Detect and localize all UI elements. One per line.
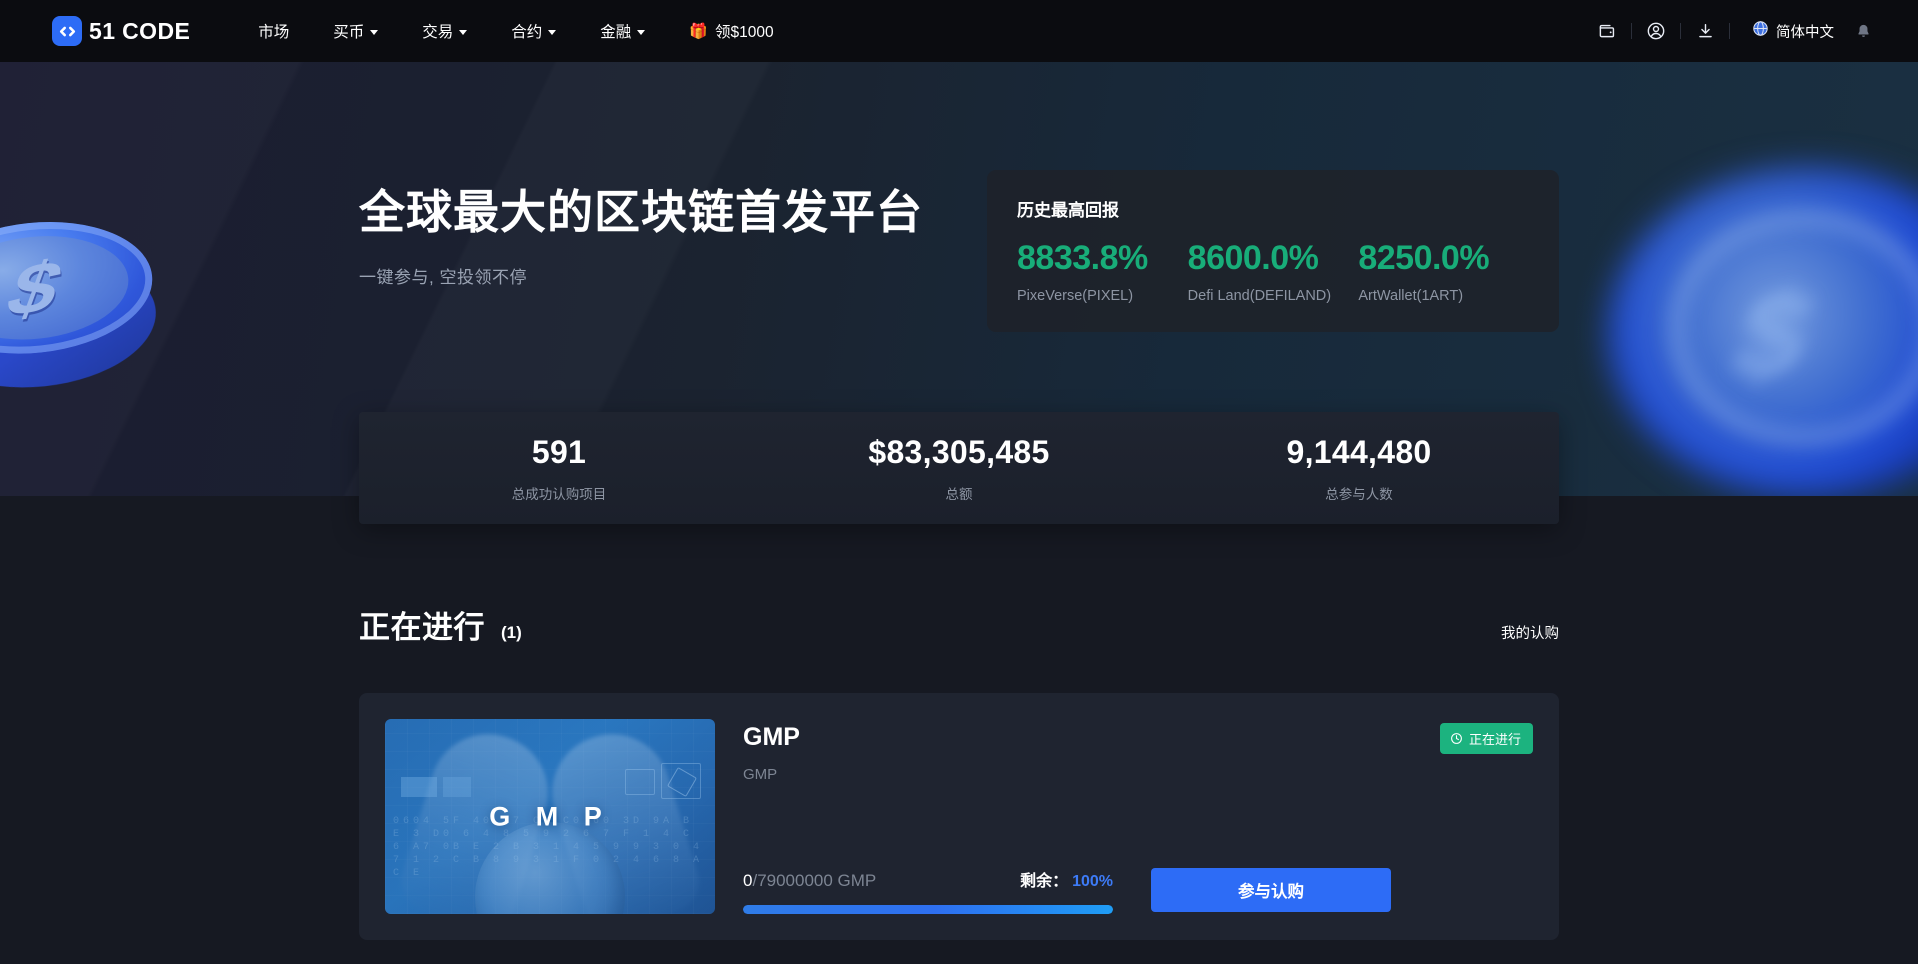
brand-name: 51 CODE [89,18,190,45]
project-title: GMP [743,723,800,752]
nav-item-buy-crypto[interactable]: 买币 [311,0,400,62]
historical-returns-panel: 历史最高回报 8833.8% PixeVerse(PIXEL) 8600.0% … [987,170,1559,332]
nav-item-claim-bonus[interactable]: 🎁 领$1000 [667,0,795,62]
subscribe-button[interactable]: 参与认购 [1151,868,1391,912]
top-navbar: 51 CODE 市场 买币 交易 合约 金融 🎁 领$1000 [0,0,1918,62]
chevron-down-icon [637,30,645,35]
project-details: GMP GMP 正在进行 0 / [743,719,1533,914]
coin-left-decoration: $ [0,202,178,437]
stat-label: 总成功认购项目 [359,483,759,503]
user-circle-icon[interactable] [1638,13,1674,49]
status-badge: 正在进行 [1440,723,1533,754]
nav-label: 交易 [422,20,453,42]
divider [1680,23,1681,39]
stat-value: 591 [359,434,759,471]
amount-raised: 0 [743,871,752,891]
nav-item-market[interactable]: 市场 [236,0,311,62]
nav-item-contracts[interactable]: 合约 [489,0,578,62]
return-item: 8600.0% Defi Land(DEFILAND) [1188,241,1359,304]
chevron-down-icon [548,30,556,35]
return-item: 8833.8% PixeVerse(PIXEL) [1017,241,1188,304]
wallet-icon[interactable] [1589,13,1625,49]
return-percent: 8833.8% [1017,241,1188,277]
status-badge-label: 正在进行 [1469,729,1521,748]
stat-value: $83,305,485 [759,434,1159,471]
return-project-name: ArtWallet(1ART) [1358,288,1529,304]
stat-value: 9,144,480 [1159,434,1559,471]
remaining-value: 100% [1072,873,1113,890]
return-percent: 8600.0% [1188,241,1359,277]
code-brackets-icon [52,16,82,46]
return-item: 8250.0% ArtWallet(1ART) [1358,241,1529,304]
stat-label: 总额 [759,483,1159,503]
coin-right-glyph-decoration: $ [1722,280,1878,390]
project-card-gmp[interactable]: 0604 5F 40 A7 C8 C0 60 3D 9A B E 3 D0 6 … [359,693,1559,940]
nav-item-finance[interactable]: 金融 [578,0,667,62]
nav-label: 领$1000 [715,20,774,42]
coin-right-ring-decoration [1670,212,1918,444]
section-title: 正在进行 [359,602,485,647]
nav-label: 金融 [600,20,631,42]
amount-total: /79000000 GMP [752,871,876,891]
section-count: (1) [501,623,522,643]
project-header: GMP GMP 正在进行 [743,723,1533,783]
language-label: 简体中文 [1776,21,1834,42]
thumb-label: G M P [385,801,715,832]
progress-fill [743,905,1113,914]
my-subscriptions-link[interactable]: 我的认购 [1501,622,1559,643]
chevron-down-icon [370,30,378,35]
returns-list: 8833.8% PixeVerse(PIXEL) 8600.0% Defi La… [1017,241,1529,304]
language-selector[interactable]: 简体中文 [1736,13,1846,49]
project-symbol: GMP [743,766,800,783]
stat-total-participants: 9,144,480 总参与人数 [1159,434,1559,503]
returns-panel-title: 历史最高回报 [1017,196,1529,221]
section-header: 正在进行 (1) 我的认购 [359,602,1559,647]
nav-label: 买币 [333,20,364,42]
return-percent: 8250.0% [1358,241,1529,277]
divider [1631,23,1632,39]
stats-bar: 591 总成功认购项目 $83,305,485 总额 9,144,480 总参与… [359,412,1559,524]
nav-label: 合约 [511,20,542,42]
progress-block: 0 /79000000 GMP 剩余：100% [743,867,1113,914]
stat-total-amount: $83,305,485 总额 [759,434,1159,503]
stat-total-projects: 591 总成功认购项目 [359,434,759,503]
remaining-label-wrap: 剩余：100% [1020,867,1113,891]
project-thumbnail[interactable]: 0604 5F 40 A7 C8 C0 60 3D 9A B E 3 D0 6 … [385,719,715,914]
clock-icon [1450,732,1463,745]
stat-label: 总参与人数 [1159,483,1559,503]
gift-icon: 🎁 [689,24,708,39]
return-project-name: PixeVerse(PIXEL) [1017,288,1188,304]
nav-label: 市场 [258,20,289,42]
bell-icon[interactable] [1846,13,1880,49]
progress-meta: 0 /79000000 GMP 剩余：100% [743,867,1113,891]
globe-icon [1752,20,1769,42]
return-project-name: Defi Land(DEFILAND) [1188,288,1359,304]
hero-content: 全球最大的区块链首发平台 一键参与, 空投领不停 历史最高回报 8833.8% … [359,62,1559,288]
main-nav: 市场 买币 交易 合约 金融 🎁 领$1000 [236,0,795,62]
chevron-down-icon [459,30,467,35]
download-icon[interactable] [1687,13,1723,49]
stats-section: 591 总成功认购项目 $83,305,485 总额 9,144,480 总参与… [0,412,1918,524]
project-progress-row: 0 /79000000 GMP 剩余：100% 参与认购 [743,867,1533,914]
ongoing-section: 正在进行 (1) 我的认购 0604 5F 40 A7 C8 C0 60 3D … [359,524,1559,940]
divider [1729,23,1730,39]
nav-item-trade[interactable]: 交易 [400,0,489,62]
remaining-label: 剩余： [1020,873,1068,890]
navbar-actions: 简体中文 [1589,13,1890,49]
brand-logo[interactable]: 51 CODE [52,16,190,46]
progress-track [743,905,1113,914]
